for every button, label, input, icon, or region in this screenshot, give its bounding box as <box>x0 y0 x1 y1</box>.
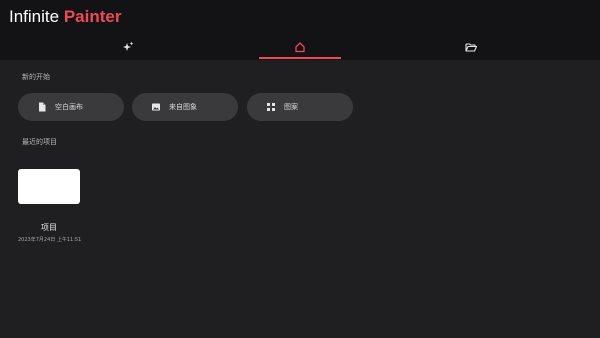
recent-projects-heading: 最近的项目 <box>22 138 57 146</box>
app-title-prefix: Infinite <box>9 7 64 26</box>
sparkle-icon <box>123 41 134 51</box>
top-app-bar: Infinite Painter <box>0 0 600 60</box>
app-title-accent: Painter <box>63 7 122 26</box>
image-icon <box>152 103 160 111</box>
pattern-button[interactable]: 图案 <box>247 93 353 121</box>
new-start-heading: 新的开始 <box>22 73 50 81</box>
tab-home[interactable] <box>200 33 400 60</box>
home-icon <box>295 41 305 52</box>
project-date: 2023年7月24日 上午11:51 <box>18 237 82 243</box>
blank-canvas-button[interactable]: 空白画布 <box>18 93 124 121</box>
from-image-label: 来自图象 <box>169 103 197 111</box>
tab-gallery[interactable] <box>371 33 571 60</box>
pattern-icon <box>267 103 275 111</box>
project-thumbnail[interactable] <box>18 169 80 204</box>
app-title: Infinite Painter <box>9 7 121 27</box>
project-name: 项目 <box>41 223 57 232</box>
pattern-label: 图案 <box>284 103 298 111</box>
blank-canvas-label: 空白画布 <box>55 103 83 111</box>
tab-brushes[interactable] <box>28 33 228 60</box>
active-tab-indicator <box>259 57 341 59</box>
from-image-button[interactable]: 来自图象 <box>132 93 238 121</box>
folder-open-icon <box>465 42 477 52</box>
document-icon <box>39 102 46 112</box>
